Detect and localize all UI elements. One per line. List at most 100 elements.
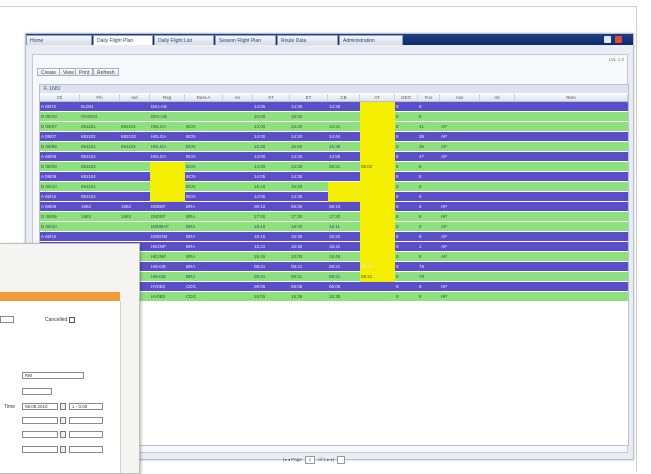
tab-item[interactable]: Daily Flight Plan	[93, 35, 153, 45]
last-page-icon[interactable]: ▸|	[331, 457, 334, 462]
time-field[interactable]: 08.08.2010	[22, 403, 58, 410]
table-cell: 15:32	[329, 234, 341, 239]
table-cell: 8	[396, 114, 399, 119]
calendar-icon[interactable]	[60, 446, 66, 453]
table-row[interactable]: D 08/07 691101 692101 HELGA BCN 13:00 13:20 13:…	[40, 122, 628, 132]
refresh-icon[interactable]	[337, 456, 346, 464]
table-cell: 15:20	[291, 114, 303, 119]
dialog-field-1[interactable]: RM	[22, 372, 84, 379]
close-icon[interactable]	[615, 36, 622, 43]
frame-border-right	[636, 6, 637, 472]
table-cell: 08:21	[254, 274, 266, 279]
page-suffix: of 1	[318, 457, 326, 463]
table-cell	[480, 142, 515, 151]
table-cell: A 08/09	[41, 204, 57, 209]
calendar-icon[interactable]	[60, 417, 66, 424]
first-page-icon[interactable]: |◂	[283, 457, 286, 462]
table-row[interactable]: D 08/09 691103 BCN 14:20 14:30 05:21 05:02 8 8	[40, 162, 628, 172]
minimize-icon[interactable]	[604, 36, 611, 43]
table-cell	[80, 232, 120, 241]
table-cell: BRA	[186, 254, 196, 259]
dialog-field-4[interactable]	[69, 417, 103, 424]
page-input[interactable]: 1	[305, 456, 316, 464]
table-row[interactable]: A 08/09 691104 BCN 14:05 14:35 8 8	[40, 172, 628, 182]
table-cell: 691102	[81, 154, 96, 159]
dialog-field-2[interactable]	[22, 388, 52, 395]
column-header[interactable]: Rem	[515, 94, 628, 101]
column-header[interactable]: GEO	[395, 94, 418, 101]
tab-item[interactable]: Daily Flight List	[154, 35, 214, 45]
toolbar-button[interactable]: Refresh	[93, 68, 119, 76]
table-cell	[515, 272, 628, 281]
dialog-field-6[interactable]	[69, 431, 103, 438]
column-header[interactable]: Ass	[440, 94, 480, 101]
tab-item[interactable]: Home	[26, 35, 92, 45]
table-cell: 1963	[81, 214, 92, 219]
table-row[interactable]: A 08/09 1963 1963 D8DEF BRA 06:10 06:35 06:10 8 8…	[40, 202, 628, 212]
column-header[interactable]: Dest-A	[185, 94, 223, 101]
table-cell: A 08/09	[41, 174, 57, 179]
table-cell: 14:55	[329, 154, 341, 159]
table-cell: 15:20	[291, 184, 303, 189]
cancelled-checkbox[interactable]	[69, 317, 75, 323]
table-cell	[515, 212, 628, 221]
page-prefix: Page	[291, 457, 302, 463]
dialog-field-8[interactable]	[69, 446, 103, 453]
dialog-field-3[interactable]	[22, 417, 58, 424]
dialog-field-7[interactable]	[22, 446, 58, 453]
table-row[interactable]: A 08/07 691102 692102 HELGA BCN 14:00 14:20 14:…	[40, 132, 628, 142]
table-cell: HELGA	[151, 134, 167, 139]
column-header[interactable]: Arr	[223, 94, 253, 101]
column-header[interactable]: Reg	[150, 94, 185, 101]
prev-page-icon[interactable]: ◂	[288, 457, 290, 462]
column-header[interactable]: Fln	[80, 94, 120, 101]
table-row[interactable]: D 08/10 D8DBAF BRA 18:10 18:30 18:11 8 8 AP	[40, 222, 628, 232]
column-header[interactable]: Fno	[418, 94, 440, 101]
table-row[interactable]: A 08/10 D8DOM BRA 15:15 15:45 15:32 8 8 AP	[40, 232, 628, 242]
column-header[interactable]: AT	[360, 94, 395, 101]
table-row[interactable]: A 08/10 6L004 D8-LAB 14:05 14:35 14:35 8 8	[40, 102, 628, 112]
table-cell	[440, 172, 480, 181]
toolbar-button[interactable]: Create	[37, 68, 61, 76]
column-header[interactable]: ET	[290, 94, 328, 101]
table-row[interactable]: D 08/08 691101 691102 HELGA BCN 15:30 15:50 15:…	[40, 142, 628, 152]
table-row[interactable]: A 08/10 691102 BCN 14:05 14:35 8 8	[40, 192, 628, 202]
table-cell: 8	[419, 114, 422, 119]
table-cell	[480, 282, 515, 291]
table-row[interactable]: D 08/09 1963 1963 D8DEF BRA 17:00 17:30 17:20 8 8…	[40, 212, 628, 222]
table-cell: 14:30	[291, 164, 303, 169]
next-page-icon[interactable]: ▸	[327, 457, 329, 462]
table-cell: D8DEF	[151, 204, 166, 209]
table-cell: 06:05	[291, 284, 303, 289]
table-cell: 15:15	[254, 234, 266, 239]
column-header[interactable]: CB	[328, 94, 360, 101]
table-cell: D 08/08	[41, 144, 57, 149]
table-cell: 06:10	[254, 204, 266, 209]
table-cell: 16:05	[254, 294, 266, 299]
table-cell: 15:30	[254, 144, 266, 149]
tab-item[interactable]: Season Flight Plan	[215, 35, 276, 45]
column-header[interactable]: Ctl	[40, 94, 80, 101]
tab-item[interactable]: Route Data	[277, 35, 338, 45]
table-cell: D8DEF	[151, 214, 166, 219]
toolbar-button[interactable]: Print	[75, 68, 94, 76]
dialog-field-5[interactable]	[22, 431, 58, 438]
table-cell	[223, 212, 253, 221]
time-field-2[interactable]: 1 - 0.00	[69, 403, 103, 410]
table-cell: 14:05	[254, 104, 266, 109]
table-cell: BCN	[186, 184, 196, 189]
table-row[interactable]: D 08/10 691101 BCN 15:10 15:20 8 8	[40, 182, 628, 192]
table-cell: 08:21	[254, 264, 266, 269]
column-header[interactable]: Alt	[480, 94, 515, 101]
column-header[interactable]: Ind	[120, 94, 150, 101]
calendar-icon[interactable]	[60, 403, 66, 410]
calendar-icon[interactable]	[60, 431, 66, 438]
dialog-body: Cancelled RM Time 08.08.2010 1 - 0.00	[0, 301, 121, 473]
table-row[interactable]: A 08/08 691102 HELGA BCN 14:00 14:20 14:55 8 47 A…	[40, 152, 628, 162]
column-header[interactable]: ST	[253, 94, 290, 101]
table-cell	[515, 282, 628, 291]
dialog-field-top[interactable]	[0, 316, 14, 323]
tab-item[interactable]: Administration	[339, 35, 403, 45]
table-row[interactable]: D 08/10 CHIO04 D8-LAB 15:00 15:20 8 8	[40, 112, 628, 122]
table-cell: D 08/07	[41, 124, 57, 129]
